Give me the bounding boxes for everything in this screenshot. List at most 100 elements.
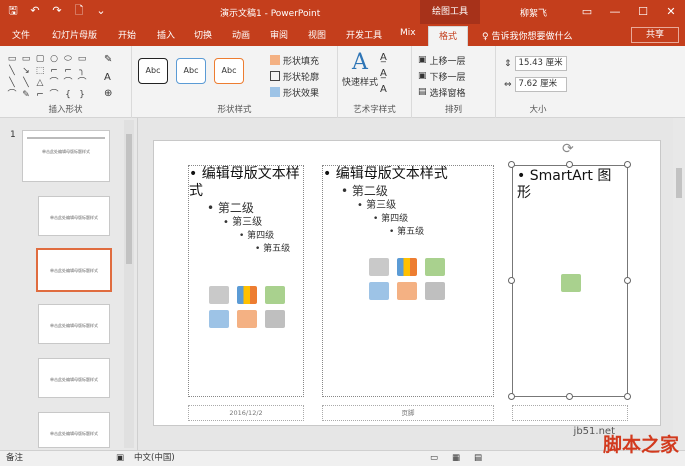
- thumbnail-layout-2-selected[interactable]: 单击此处编辑母版标题样式: [36, 248, 112, 292]
- insert-video-icon[interactable]: [425, 282, 445, 300]
- insert-online-picture-icon[interactable]: [397, 282, 417, 300]
- tab-review[interactable]: 审阅: [270, 28, 288, 41]
- text-outline-icon[interactable]: A̲: [380, 68, 387, 84]
- resize-handle-w[interactable]: [508, 277, 515, 284]
- customize-qat-icon[interactable]: ⌄: [94, 4, 108, 18]
- resize-handle-s[interactable]: [566, 393, 573, 400]
- ribbon-display-icon[interactable]: ▭: [573, 0, 601, 24]
- insert-video-icon[interactable]: [265, 310, 285, 328]
- resize-handle-se[interactable]: [624, 393, 631, 400]
- slide-scrollbar[interactable]: [673, 118, 685, 450]
- shape-option-icon[interactable]: ⌒: [62, 78, 74, 88]
- tab-mix[interactable]: Mix: [400, 28, 416, 38]
- send-backward-button[interactable]: ▣ 下移一层: [418, 68, 466, 84]
- smartart-placeholder-selected[interactable]: SmartArt 图形: [512, 165, 628, 397]
- scroll-thumb[interactable]: [126, 134, 132, 264]
- resize-handle-e[interactable]: [624, 277, 631, 284]
- maximize-icon[interactable]: ☐: [629, 0, 657, 24]
- tab-home[interactable]: 开始: [118, 28, 136, 41]
- footer-text-placeholder[interactable]: 页脚: [322, 405, 494, 421]
- tab-insert[interactable]: 插入: [157, 28, 175, 41]
- shape-option-icon[interactable]: ⌒: [48, 78, 60, 88]
- tab-transitions[interactable]: 切换: [194, 28, 212, 41]
- resize-handle-ne[interactable]: [624, 161, 631, 168]
- insert-chart-icon[interactable]: [237, 286, 257, 304]
- thumbnail-layout-3[interactable]: 单击此处编辑母版标题样式: [38, 304, 110, 344]
- shape-option-icon[interactable]: ▭: [76, 54, 88, 64]
- user-name[interactable]: 柳絮飞: [520, 6, 547, 19]
- shape-option-icon[interactable]: △: [34, 78, 46, 88]
- shape-option-icon[interactable]: ⬚: [34, 66, 46, 76]
- tab-view[interactable]: 视图: [308, 28, 326, 41]
- shape-fill-button[interactable]: 形状填充: [270, 52, 319, 68]
- edit-shape-icon[interactable]: ✎: [104, 54, 112, 65]
- shape-option-icon[interactable]: ⌒: [48, 90, 60, 100]
- merge-shapes-icon[interactable]: ⊕: [104, 88, 112, 99]
- shape-option-icon[interactable]: ╲: [20, 78, 32, 88]
- footer-date-placeholder[interactable]: 2016/12/2: [188, 405, 304, 421]
- shape-effects-button[interactable]: 形状效果: [270, 84, 319, 100]
- reading-view-icon[interactable]: ▤: [474, 451, 482, 466]
- tell-me-box[interactable]: ♀ 告诉我你想要做什么: [482, 29, 572, 42]
- shape-style-preset-1[interactable]: Abc: [138, 58, 168, 84]
- tab-developer[interactable]: 开发工具: [346, 28, 382, 41]
- new-file-icon[interactable]: 🗋: [72, 4, 86, 18]
- resize-handle-n[interactable]: [566, 161, 573, 168]
- tab-animations[interactable]: 动画: [232, 28, 250, 41]
- thumbnail-master[interactable]: 单击此处编辑母版标题样式: [22, 130, 110, 182]
- shape-height-input[interactable]: 15.43 厘米: [514, 56, 567, 71]
- scroll-thumb[interactable]: [676, 168, 682, 198]
- insert-smartart-icon[interactable]: [425, 258, 445, 276]
- tab-format[interactable]: 格式: [428, 26, 469, 46]
- shape-option-icon[interactable]: ⌒: [76, 78, 88, 88]
- sorter-view-icon[interactable]: ▦: [452, 451, 460, 466]
- text-box-icon[interactable]: A: [104, 72, 111, 83]
- shape-option-icon[interactable]: ▭: [20, 54, 32, 64]
- resize-handle-sw[interactable]: [508, 393, 515, 400]
- shape-option-icon[interactable]: }: [76, 90, 88, 100]
- shape-option-icon[interactable]: ╮: [76, 66, 88, 76]
- minimize-icon[interactable]: —: [601, 0, 629, 24]
- shape-option-icon[interactable]: ○: [48, 54, 60, 64]
- shape-option-icon[interactable]: ▢: [34, 54, 46, 64]
- insert-table-icon[interactable]: [369, 258, 389, 276]
- resize-handle-nw[interactable]: [508, 161, 515, 168]
- tab-slide-master[interactable]: 幻灯片母版: [52, 28, 97, 41]
- redo-icon[interactable]: ↷: [50, 4, 64, 18]
- shape-option-icon[interactable]: ⌐: [48, 66, 60, 76]
- language-status[interactable]: 中文(中国): [134, 451, 175, 466]
- insert-online-picture-icon[interactable]: [237, 310, 257, 328]
- shape-option-icon[interactable]: ⌐: [34, 90, 46, 100]
- insert-chart-icon[interactable]: [397, 258, 417, 276]
- shape-width-input[interactable]: 7.62 厘米: [514, 77, 567, 92]
- shape-style-preset-3[interactable]: Abc: [214, 58, 244, 84]
- shape-option-icon[interactable]: ✎: [20, 90, 32, 100]
- notes-status[interactable]: 备注: [6, 451, 23, 466]
- shape-option-icon[interactable]: ⬭: [62, 54, 74, 64]
- insert-picture-icon[interactable]: [369, 282, 389, 300]
- thumbnail-layout-4[interactable]: 单击此处编辑母版标题样式: [38, 358, 110, 398]
- close-icon[interactable]: ✕: [657, 0, 685, 24]
- text-effects-icon[interactable]: A: [380, 84, 387, 100]
- insert-smartart-icon[interactable]: [561, 274, 581, 292]
- shape-option-icon[interactable]: {: [62, 90, 74, 100]
- insert-smartart-icon[interactable]: [265, 286, 285, 304]
- undo-icon[interactable]: ↶: [28, 4, 42, 18]
- thumbnail-scrollbar[interactable]: [124, 120, 134, 448]
- normal-view-icon[interactable]: ▭: [430, 451, 438, 466]
- shape-option-icon[interactable]: ╲: [6, 78, 18, 88]
- spellcheck-icon[interactable]: ▣: [116, 451, 124, 466]
- shape-option-icon[interactable]: ↘: [20, 66, 32, 76]
- selection-pane-button[interactable]: ▤ 选择窗格: [418, 84, 466, 100]
- insert-table-icon[interactable]: [209, 286, 229, 304]
- slide-canvas[interactable]: 编辑母版文本样式 第二级 第三级 第四级 第五级 编辑母版文本样式 第二级 第三…: [153, 140, 661, 426]
- tab-file[interactable]: 文件: [12, 28, 30, 41]
- insert-picture-icon[interactable]: [209, 310, 229, 328]
- bring-forward-button[interactable]: ▣ 上移一层: [418, 52, 466, 68]
- content-placeholder-left[interactable]: 编辑母版文本样式 第二级 第三级 第四级 第五级: [188, 165, 304, 397]
- share-button[interactable]: 共享: [631, 27, 679, 43]
- shape-style-preset-2[interactable]: Abc: [176, 58, 206, 84]
- shape-option-icon[interactable]: ▭: [6, 54, 18, 64]
- thumbnail-layout-1[interactable]: 单击此处编辑母版标题样式: [38, 196, 110, 236]
- shape-option-icon[interactable]: ⌒: [6, 90, 18, 100]
